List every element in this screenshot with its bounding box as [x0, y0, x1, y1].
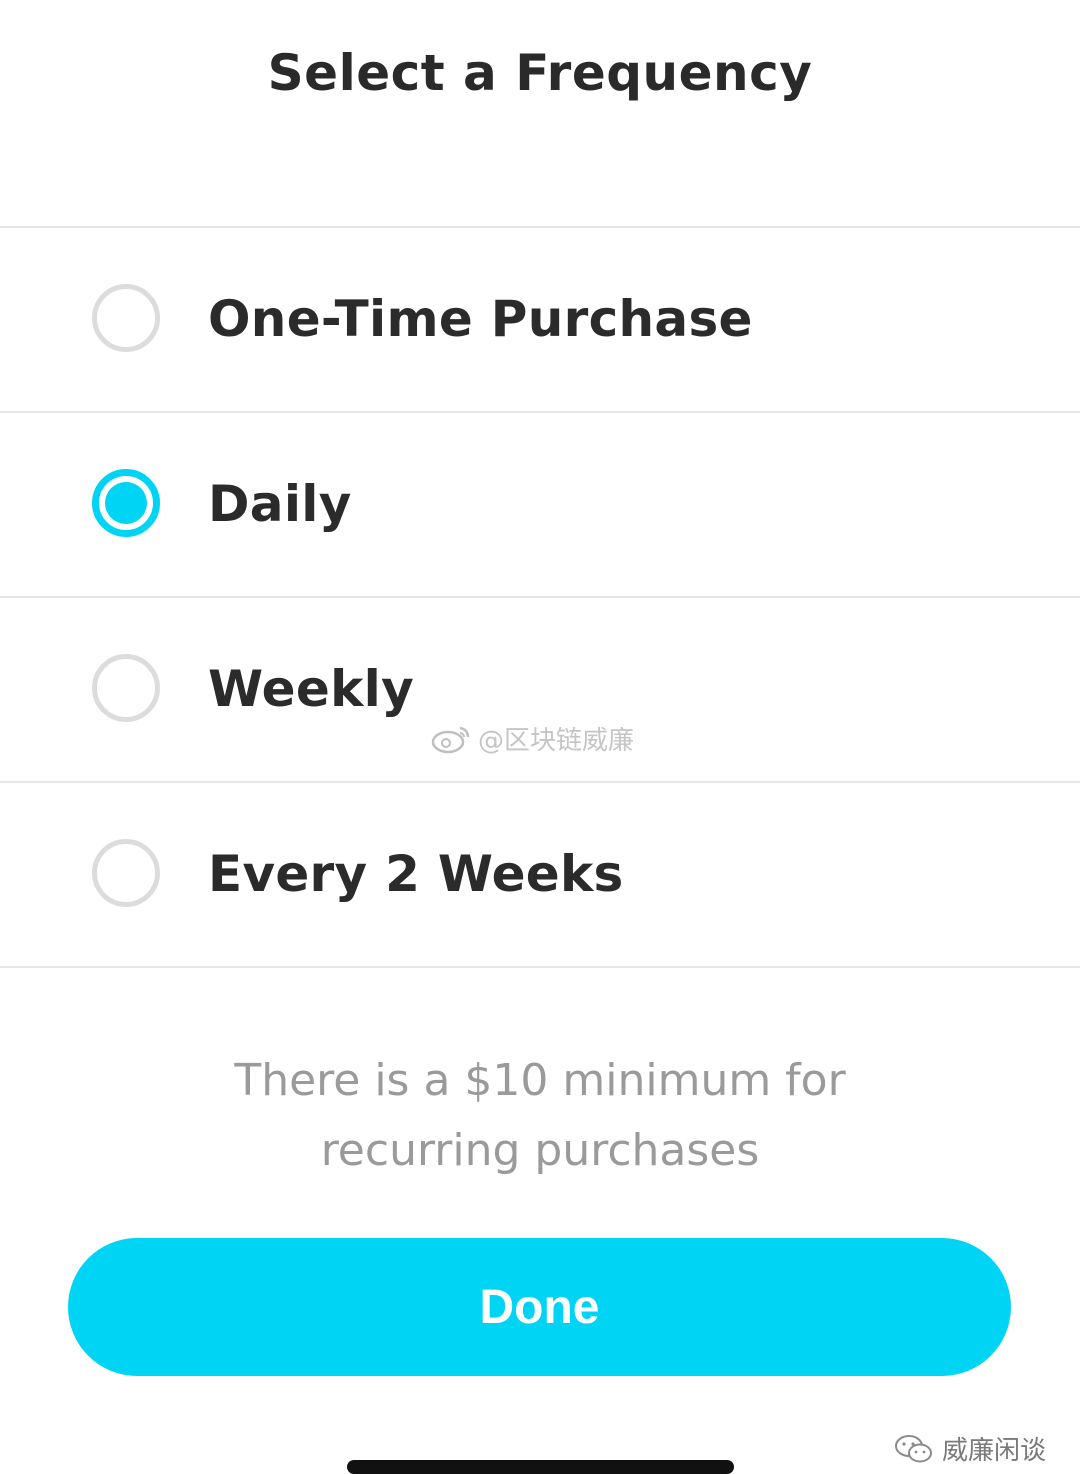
frequency-options: One-Time Purchase Daily Weekly Every 2 W…	[0, 226, 1080, 968]
option-label: One-Time Purchase	[208, 290, 753, 348]
radio-button-icon[interactable]	[92, 654, 160, 722]
watermark-text: @区块链威廉	[478, 726, 635, 756]
weibo-icon	[431, 726, 470, 753]
note-line-2: recurring purchases	[320, 1125, 760, 1176]
option-daily[interactable]: Daily	[0, 411, 1080, 596]
option-label: Every 2 Weeks	[208, 845, 624, 903]
wechat-icon	[894, 1434, 932, 1462]
weibo-watermark: @区块链威廉	[430, 720, 634, 757]
note-line-1: There is a $10 minimum for	[234, 1055, 846, 1106]
done-button[interactable]: Done	[68, 1238, 1011, 1376]
minimum-note: There is a $10 minimum for recurring pur…	[140, 1046, 940, 1186]
home-indicator	[347, 1460, 734, 1474]
wechat-watermark: 威廉闲谈	[894, 1430, 1046, 1467]
option-label: Weekly	[208, 660, 414, 718]
option-every-2-weeks[interactable]: Every 2 Weeks	[0, 781, 1080, 968]
footer-watermark-text: 威廉闲谈	[941, 1436, 1046, 1466]
page-title: Select a Frequency	[267, 44, 813, 102]
radio-button-selected-icon[interactable]	[92, 469, 160, 537]
option-label: Daily	[208, 475, 352, 533]
radio-button-icon[interactable]	[92, 284, 160, 352]
radio-button-icon[interactable]	[92, 839, 160, 907]
option-one-time-purchase[interactable]: One-Time Purchase	[0, 226, 1080, 411]
